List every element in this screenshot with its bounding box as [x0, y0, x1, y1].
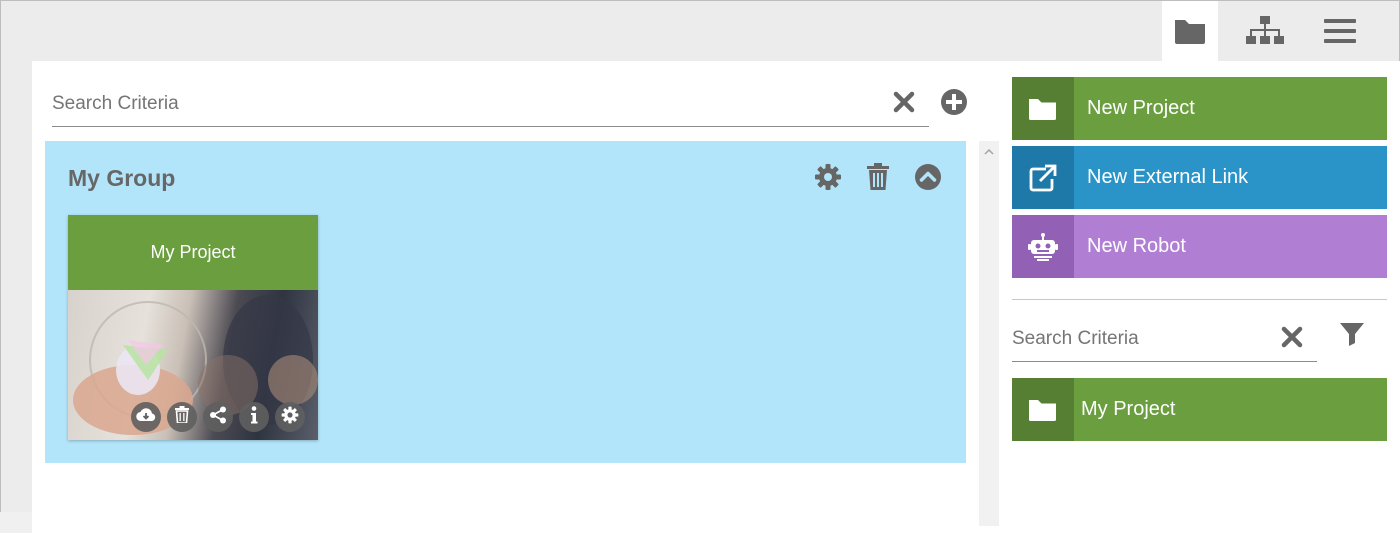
new-external-link-label: New External Link: [1087, 166, 1249, 188]
sidebar-search-field: [1012, 316, 1317, 362]
group-title: My Group: [68, 165, 176, 191]
project-card-actions: [131, 402, 305, 432]
new-external-link-button[interactable]: New External Link: [1012, 146, 1387, 209]
group-collapse-button[interactable]: [913, 163, 943, 196]
project-search-field: [52, 81, 929, 127]
top-toolbar: [0, 0, 1400, 61]
chevron-up-circle-icon: [914, 163, 942, 196]
project-list-item[interactable]: My Project: [1012, 378, 1387, 441]
group-settings-button[interactable]: [813, 163, 843, 196]
folder-view-button[interactable]: [1162, 1, 1218, 61]
new-robot-label: New Robot: [1087, 235, 1186, 257]
folder-icon: [1173, 17, 1207, 45]
right-panel-divider: [1012, 299, 1387, 300]
clear-search-button[interactable]: [892, 91, 916, 118]
project-info-button[interactable]: [239, 402, 269, 432]
folder-icon: [1012, 378, 1074, 441]
cloud-download-icon: [136, 407, 156, 428]
trash-icon: [866, 162, 890, 196]
new-robot-button[interactable]: New Robot: [1012, 215, 1387, 278]
clear-sidebar-search-button[interactable]: [1280, 326, 1304, 353]
project-card-title: My Project: [68, 215, 318, 290]
bottom-strip: [0, 533, 1400, 553]
project-share-button[interactable]: [203, 402, 233, 432]
close-icon: [1281, 326, 1303, 353]
trash-icon: [175, 406, 189, 428]
bottom-left-edge: [0, 512, 32, 533]
new-project-label: New Project: [1087, 97, 1195, 119]
filter-button[interactable]: [1338, 322, 1366, 350]
close-icon: [893, 91, 915, 118]
vertical-scrollbar[interactable]: [979, 141, 999, 526]
project-delete-button[interactable]: [167, 402, 197, 432]
gear-icon: [281, 406, 299, 429]
project-card[interactable]: My Project: [68, 215, 318, 440]
add-group-button[interactable]: [940, 88, 968, 116]
project-group: My Group My Project: [45, 141, 966, 463]
project-settings-button[interactable]: [275, 402, 305, 432]
robot-icon: [1012, 215, 1074, 278]
sitemap-icon: [1246, 15, 1284, 47]
chevron-up-icon: [984, 142, 994, 160]
project-thumbnail: [68, 290, 318, 440]
filter-icon: [1339, 321, 1365, 352]
new-project-button[interactable]: New Project: [1012, 77, 1387, 140]
group-delete-button[interactable]: [863, 162, 893, 196]
scroll-up-button[interactable]: [979, 141, 999, 161]
menu-icon: [1323, 17, 1357, 45]
project-list-item-label: My Project: [1081, 398, 1176, 420]
gear-icon: [814, 163, 842, 196]
external-link-icon: [1012, 146, 1074, 209]
folder-icon: [1012, 77, 1074, 140]
menu-button[interactable]: [1312, 1, 1368, 61]
project-download-button[interactable]: [131, 402, 161, 432]
plus-circle-icon: [940, 89, 968, 120]
info-icon: [250, 405, 258, 429]
share-icon: [209, 406, 227, 429]
sitemap-view-button[interactable]: [1237, 1, 1293, 61]
sidebar-search-input[interactable]: [1012, 316, 1317, 361]
project-search-input[interactable]: [52, 81, 929, 126]
